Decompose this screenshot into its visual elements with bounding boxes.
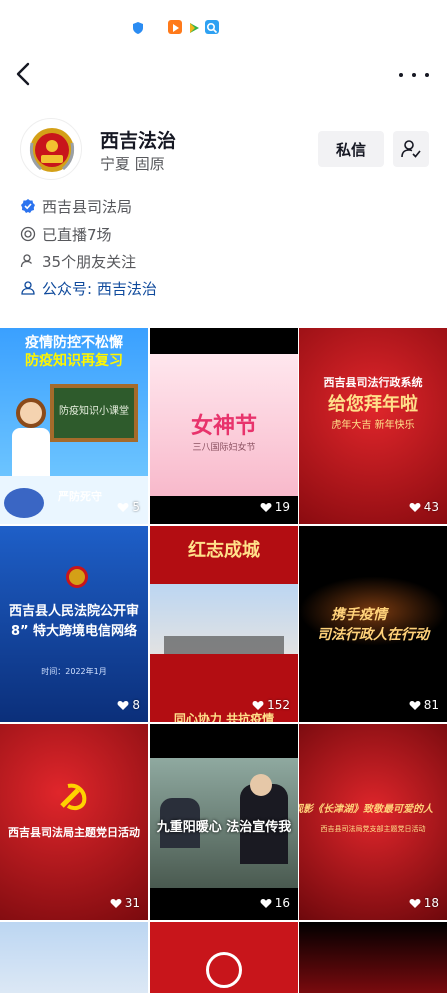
nav-bar xyxy=(0,55,447,95)
video-tile[interactable] xyxy=(0,922,148,993)
official-account-link: 公众号: 西吉法治 xyxy=(42,279,157,298)
avatar[interactable] xyxy=(20,118,82,180)
video-caption: 8” 特大跨境电信网络 xyxy=(10,624,138,639)
search-app-icon xyxy=(205,20,219,34)
private-message-button[interactable]: 私信 xyxy=(318,131,384,167)
live-icon xyxy=(20,226,36,242)
profile-location: 宁夏 固原 xyxy=(100,155,165,173)
like-count: 31 xyxy=(110,896,140,910)
verified-row: 西吉县司法局 xyxy=(20,195,132,217)
follow-user-button[interactable] xyxy=(393,131,429,167)
verified-text: 西吉县司法局 xyxy=(42,197,133,216)
video-tile[interactable] xyxy=(150,922,298,993)
account-icon xyxy=(20,280,36,296)
video-caption: 严防死守 xyxy=(58,490,102,503)
video-caption: 西吉县人民法院公开审 xyxy=(8,604,139,619)
party-emblem-icon xyxy=(56,780,90,814)
video-tile[interactable]: 西吉县司法局主题党日活动 31 xyxy=(0,724,148,920)
video-caption: 时间：2022年1月 xyxy=(41,667,107,676)
video-tile[interactable]: 西吉县人民法院公开审 8” 特大跨境电信网络 时间：2022年1月 8 xyxy=(0,526,148,722)
video-tile[interactable]: 女神节 三八国际妇女节 19 xyxy=(150,328,298,524)
like-count: 18 xyxy=(409,896,439,910)
video-caption: 司法行政人在行动 xyxy=(317,627,429,643)
status-bar xyxy=(0,0,447,50)
video-caption: 西吉县司法局党支部主题党日活动 xyxy=(320,825,426,833)
video-tile[interactable]: 观影《长津湖》致敬最可爱的人 西吉县司法局党支部主题党日活动 18 xyxy=(299,724,447,920)
video-tile[interactable] xyxy=(299,922,447,993)
video-tile[interactable]: 红志成城 同心协力 共抗疫情 152 xyxy=(150,526,298,722)
video-caption: 虎年大吉 新年快乐 xyxy=(331,420,415,431)
video-caption: 防疫知识再复习 xyxy=(25,353,123,369)
play-app-icon xyxy=(168,20,182,34)
user-icon xyxy=(20,253,36,269)
video-caption: 红志成城 xyxy=(188,540,260,561)
video-tile[interactable]: 疫情防控不松懈 防疫知识再复习 防疫知识小课堂 严防死守 5 xyxy=(0,328,148,524)
video-caption: 观影《长津湖》致敬最可爱的人 xyxy=(299,804,433,815)
video-tile[interactable]: 携手疫情 司法行政人在行动 81 xyxy=(299,526,447,722)
video-caption: 疫情防控不松懈 xyxy=(25,335,123,351)
official-account-row[interactable]: 公众号: 西吉法治 xyxy=(20,277,157,299)
video-caption: 防疫知识小课堂 xyxy=(59,406,129,417)
live-row: 已直播7场 xyxy=(20,223,112,245)
back-icon[interactable] xyxy=(12,59,36,89)
like-count: 5 xyxy=(117,500,140,514)
video-caption: 给您拜年啦 xyxy=(328,394,418,415)
shield-icon xyxy=(131,20,145,34)
friends-row[interactable]: 35个朋友关注 xyxy=(20,250,136,272)
like-count: 81 xyxy=(409,698,439,712)
video-caption: 女神节 xyxy=(190,414,257,439)
add-friend-icon xyxy=(401,140,421,158)
video-caption: 西吉县司法局主题党日活动 xyxy=(8,826,140,839)
video-tile[interactable]: 西吉县司法行政系统 给您拜年啦 虎年大吉 新年快乐 43 xyxy=(299,328,447,524)
play-app-icon-2 xyxy=(187,20,201,34)
video-caption: 西吉县司法行政系统 xyxy=(323,376,423,389)
video-caption: 三八国际妇女节 xyxy=(192,443,256,453)
like-count: 43 xyxy=(409,500,439,514)
video-caption: 携手疫情 xyxy=(331,607,387,623)
like-count: 19 xyxy=(260,500,290,514)
like-count: 16 xyxy=(260,896,290,910)
verified-badge-icon xyxy=(20,198,36,214)
live-count-text: 已直播7场 xyxy=(42,225,112,244)
friends-following-text: 35个朋友关注 xyxy=(42,252,137,271)
like-count: 152 xyxy=(252,698,290,712)
video-caption: 九重阳暖心 法治宣传我 xyxy=(156,820,292,835)
video-tile[interactable]: 九重阳暖心 法治宣传我 16 xyxy=(150,724,298,920)
like-count: 8 xyxy=(117,698,140,712)
more-options-icon[interactable] xyxy=(399,63,429,87)
profile-name: 西吉法治 xyxy=(100,130,177,152)
